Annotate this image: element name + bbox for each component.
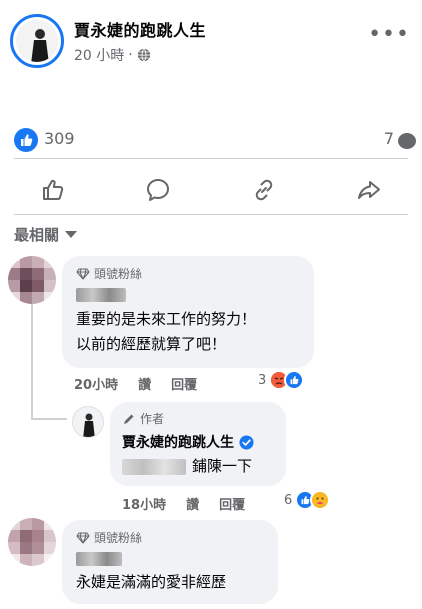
mention-redacted[interactable] [122, 459, 186, 475]
share-link-icon [255, 179, 273, 201]
comment-icon [147, 179, 170, 201]
chevron-down-icon [65, 231, 78, 238]
share-button[interactable] [349, 170, 389, 210]
reply-reactions[interactable]: 6 [284, 490, 331, 510]
like-comment-link[interactable]: 讚 [186, 494, 199, 513]
reply-author-name[interactable]: 賈永婕的跑跳人生 [122, 432, 234, 452]
comment-button[interactable] [138, 170, 178, 210]
badge-label: 頭號粉絲 [94, 267, 143, 281]
like-reaction-icon[interactable] [14, 128, 38, 152]
reply-link[interactable]: 回覆 [219, 494, 245, 513]
post-header: 賈永婕的跑跳人生 20 小時 · ••• [0, 0, 422, 80]
verified-badge-icon [239, 434, 254, 450]
pencil-icon [124, 414, 134, 424]
badge-label: 頭號粉絲 [94, 531, 143, 545]
like-reaction-icon [284, 370, 305, 390]
thread-line [31, 418, 67, 420]
reaction-count: 3 [258, 372, 267, 388]
action-bar [0, 168, 422, 212]
divider [14, 214, 408, 215]
reply-bubble: 作者 賈永婕的跑跳人生 鋪陳一下 [110, 402, 286, 486]
commenter-name-redacted[interactable] [76, 288, 126, 302]
reply-author-row: 賈永婕的跑跳人生 [122, 432, 254, 452]
reply-meta: 18小時 讚 回覆 [122, 494, 245, 513]
post-time[interactable]: 20 小時 [74, 45, 124, 65]
care-reaction-icon [310, 490, 331, 510]
avatar-figure-icon [16, 20, 58, 62]
like-comment-link[interactable]: 讚 [138, 374, 151, 393]
comment-count[interactable]: 7 [384, 129, 394, 148]
divider [14, 158, 408, 159]
comment-reactions[interactable]: 3 [258, 370, 305, 390]
top-fan-badge: 頭號粉絲 [76, 529, 142, 546]
badge-label: 作者 [140, 412, 165, 426]
comment-meta: 20小時 讚 回覆 [74, 374, 197, 393]
page-avatar[interactable] [10, 14, 64, 68]
comment-text-line: 以前的經歷就算了吧！ [76, 335, 227, 353]
share-link-button[interactable] [244, 170, 284, 210]
comment-bubble: 頭號粉絲 重要的是未來工作的努力！ 以前的經歷就算了吧！ [62, 256, 314, 368]
diamond-icon [76, 531, 90, 544]
like-icon [42, 179, 63, 200]
commenter-avatar[interactable] [8, 256, 56, 304]
comment-time[interactable]: 20小時 [74, 374, 118, 393]
comment-bubble-icon [398, 133, 416, 149]
more-dots-icon[interactable]: ••• [368, 22, 410, 47]
diamond-icon [76, 267, 90, 280]
reply-time[interactable]: 18小時 [122, 494, 166, 513]
reaction-stats: 309 7 [0, 124, 422, 156]
reaction-count: 6 [284, 492, 293, 508]
comment-sort-dropdown[interactable]: 最相關 [14, 224, 78, 245]
like-button[interactable] [33, 170, 73, 210]
post-meta: 20 小時 · [74, 45, 151, 65]
avatar-figure-icon [83, 413, 95, 437]
author-avatar[interactable] [72, 406, 104, 438]
share-icon [358, 181, 381, 199]
comment-bubble: 頭號粉絲 永婕是滿滿的愛非經歷 [62, 520, 278, 604]
sort-label: 最相關 [14, 226, 60, 244]
like-count[interactable]: 309 [44, 129, 75, 148]
reply-text: 鋪陳一下 [192, 457, 253, 475]
reply-link[interactable]: 回覆 [171, 374, 197, 393]
comment-text: 永婕是滿滿的愛非經歷 [76, 573, 227, 591]
thread-line [31, 304, 33, 420]
author-badge: 作者 [122, 410, 164, 427]
commenter-name-redacted[interactable] [76, 552, 122, 566]
commenter-avatar[interactable] [8, 518, 56, 566]
globe-icon [137, 48, 150, 62]
top-fan-badge: 頭號粉絲 [76, 265, 142, 282]
comment-text-line: 重要的是未來工作的努力！ [76, 310, 257, 328]
page-name[interactable]: 賈永婕的跑跳人生 [74, 17, 206, 41]
